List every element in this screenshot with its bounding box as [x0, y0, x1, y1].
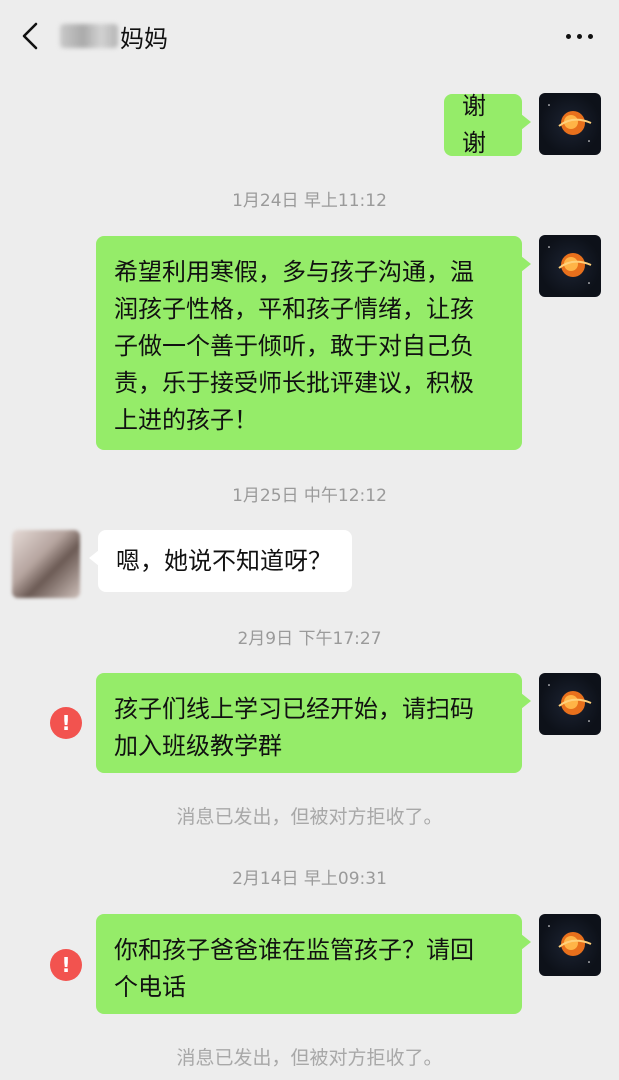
message-text: 谢谢	[462, 92, 486, 157]
timestamp: 1月24日 早上11:12	[232, 191, 387, 211]
chat-title: 妈妈	[60, 18, 168, 54]
timestamp: 2月14日 早上09:31	[232, 869, 387, 889]
my-avatar[interactable]	[539, 914, 601, 976]
message-bubble-sent[interactable]: 谢谢	[444, 92, 531, 157]
my-avatar[interactable]	[539, 673, 601, 735]
chat-header: 妈妈	[0, 0, 619, 72]
message-text: 你和孩子爸爸谁在监管孩子？请回 个电话	[114, 936, 474, 1001]
contact-avatar[interactable]	[12, 530, 80, 598]
back-chevron-icon[interactable]	[18, 20, 44, 52]
more-options-icon[interactable]	[566, 34, 593, 39]
message-bubble-sent[interactable]: 希望利用寒假，多与孩子沟通，温 润孩子性格，平和孩子情绪，让孩 子做一个善于倾听…	[96, 236, 531, 450]
contact-name: 妈妈	[120, 24, 168, 53]
error-glyph: !	[61, 953, 71, 977]
message-bubble-sent[interactable]: 你和孩子爸爸谁在监管孩子？请回 个电话	[96, 914, 531, 1014]
error-glyph: !	[61, 711, 71, 735]
timestamp: 1月25日 中午12:12	[232, 486, 387, 506]
message-bubble-sent[interactable]: 孩子们线上学习已经开始，请扫码 加入班级教学群	[96, 673, 531, 773]
blurred-name-redaction	[60, 24, 118, 48]
message-text: 嗯，她说不知道呀？	[116, 546, 332, 575]
rejected-notice: 消息已发出，但被对方拒收了。	[176, 806, 443, 828]
timestamp: 2月9日 下午17:27	[237, 629, 382, 649]
send-failed-icon[interactable]: !	[50, 949, 82, 981]
rejected-notice: 消息已发出，但被对方拒收了。	[176, 1047, 443, 1069]
message-text: 希望利用寒假，多与孩子沟通，温 润孩子性格，平和孩子情绪，让孩 子做一个善于倾听…	[114, 258, 474, 434]
message-text: 孩子们线上学习已经开始，请扫码 加入班级教学群	[114, 695, 474, 760]
message-bubble-received[interactable]: 嗯，她说不知道呀？	[89, 530, 352, 592]
my-avatar[interactable]	[539, 93, 601, 155]
my-avatar[interactable]	[539, 235, 601, 297]
send-failed-icon[interactable]: !	[50, 707, 82, 739]
